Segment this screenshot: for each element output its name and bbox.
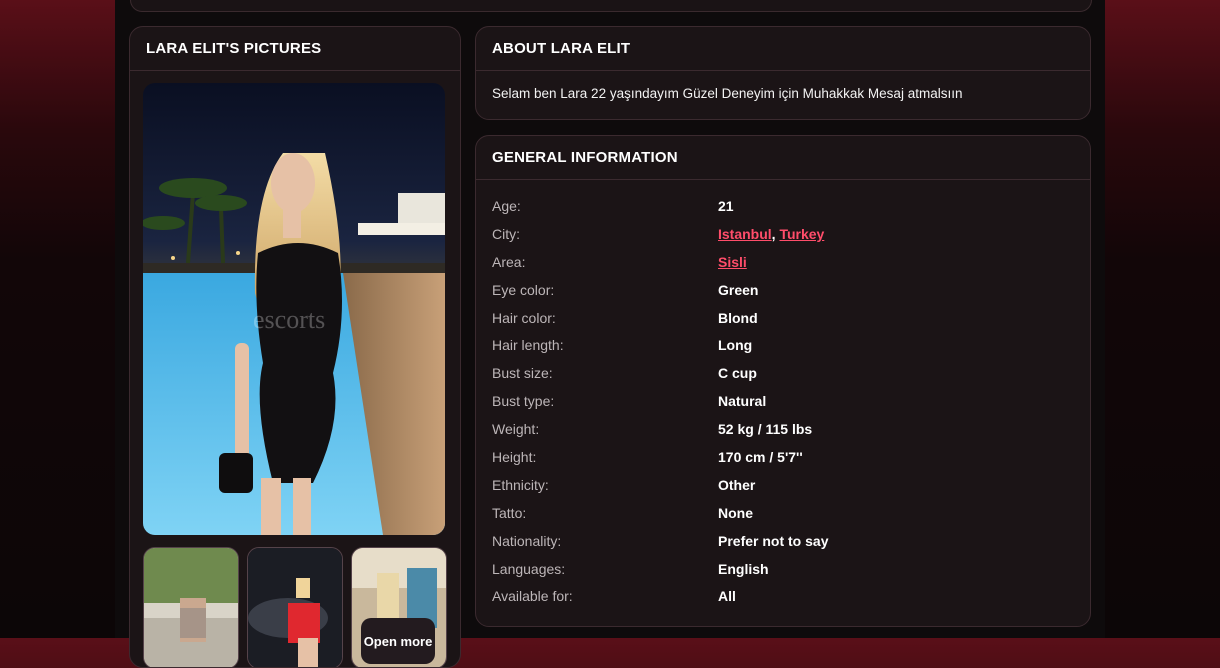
info-value: 52 kg / 115 lbs [718, 421, 813, 438]
info-row-hair-length: Hair length: Long [476, 331, 1090, 359]
info-label: Area: [492, 253, 526, 270]
photo-thumbnail[interactable]: Open more [351, 547, 447, 667]
info-value: Green [718, 281, 759, 298]
info-label: Hair color: [492, 309, 556, 326]
info-value: Prefer not to say [718, 532, 829, 549]
info-row-languages: Languages: English [476, 555, 1090, 583]
about-text: Selam ben Lara 22 yaşındayım Güzel Deney… [492, 86, 963, 101]
info-value: Other [718, 476, 756, 493]
info-row-nationality: Nationality: Prefer not to say [476, 527, 1090, 555]
info-row-available-for: Available for: All [476, 582, 1090, 610]
info-value: 170 cm / 5'7'' [718, 449, 803, 466]
info-label: Hair length: [492, 337, 564, 354]
general-info-card: GENERAL INFORMATION Age: 21 City: Istanbul… [475, 135, 1091, 627]
about-title: ABOUT LARA ELIT [476, 27, 1090, 71]
info-value: Long [718, 337, 753, 354]
info-label: Bust type: [492, 393, 555, 410]
info-label: Tatto: [492, 504, 527, 521]
info-row-city: City: Istanbul, Turkey [476, 220, 1090, 248]
info-row-area: Area: Sisli [476, 248, 1090, 276]
info-value: C cup [718, 365, 757, 382]
top-card [130, 0, 1092, 12]
pictures-title: LARA ELIT'S PICTURES [130, 27, 460, 71]
info-row-age: Age: 21 [476, 192, 1090, 220]
photo-thumbnail[interactable] [247, 547, 343, 667]
info-label: Height: [492, 449, 537, 466]
info-value: Sisli [718, 254, 747, 270]
info-list: Age: 21 City: Istanbul, Turkey Area: Sisli … [476, 180, 1090, 610]
info-label: Nationality: [492, 532, 562, 549]
main-photo[interactable]: escorts [143, 83, 445, 535]
open-more-button[interactable]: Open more [361, 618, 435, 664]
info-value: None [718, 504, 753, 521]
info-label: Bust size: [492, 365, 553, 382]
info-value: Istanbul, Turkey [718, 226, 824, 242]
info-label: Available for: [492, 588, 573, 605]
info-label: Age: [492, 198, 521, 214]
info-row-height: Height: 170 cm / 5'7'' [476, 443, 1090, 471]
info-value: Natural [718, 393, 767, 410]
country-link[interactable]: Turkey [779, 226, 824, 242]
info-label: City: [492, 225, 520, 242]
city-link[interactable]: Istanbul [718, 226, 772, 242]
info-row-bust-size: Bust size: C cup [476, 359, 1090, 387]
info-row-bust-type: Bust type: Natural [476, 387, 1090, 415]
info-label: Ethnicity: [492, 476, 549, 493]
info-row-eye-color: Eye color: Green [476, 276, 1090, 304]
info-value: All [718, 588, 736, 605]
area-link[interactable]: Sisli [718, 254, 747, 270]
info-row-hair-color: Hair color: Blond [476, 304, 1090, 332]
info-label: Weight: [492, 421, 540, 438]
info-value: 21 [718, 198, 734, 214]
info-label: Languages: [492, 560, 566, 577]
info-label: Eye color: [492, 281, 555, 298]
svg-text:escorts: escorts [253, 305, 325, 334]
info-row-weight: Weight: 52 kg / 115 lbs [476, 415, 1090, 443]
photo-thumbnail[interactable] [143, 547, 239, 667]
pictures-card: LARA ELIT'S PICTURES escorts Open more [129, 26, 461, 668]
general-info-title: GENERAL INFORMATION [476, 136, 1090, 180]
info-row-tatto: Tatto: None [476, 499, 1090, 527]
info-row-ethnicity: Ethnicity: Other [476, 471, 1090, 499]
info-value: Blond [718, 309, 758, 326]
info-value: English [718, 560, 769, 577]
about-card: ABOUT LARA ELIT Selam ben Lara 22 yaşınd… [475, 26, 1091, 120]
